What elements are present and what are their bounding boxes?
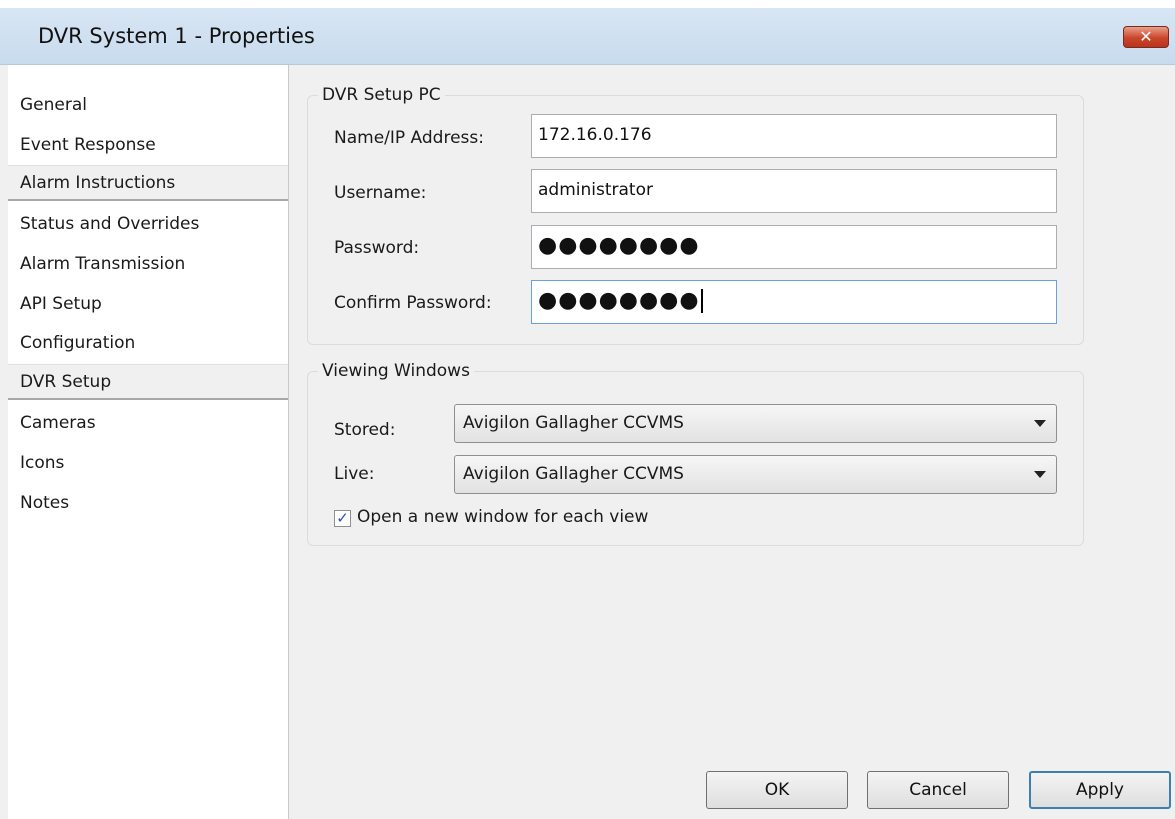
sidebar-item-configuration[interactable]: Configuration <box>8 325 288 361</box>
live-label: Live: <box>334 464 375 484</box>
title-bar[interactable]: DVR System 1 - Properties ✕ <box>0 8 1175 65</box>
sidebar-item-api-setup[interactable]: API Setup <box>8 286 288 322</box>
close-icon: ✕ <box>1139 27 1153 46</box>
sidebar-nav: General Event Response Alarm Instruction… <box>8 65 289 819</box>
dvr-setup-pc-legend: DVR Setup PC <box>318 82 445 108</box>
sidebar-item-icons[interactable]: Icons <box>8 445 288 481</box>
confirm-password-value: ●●●●●●●● <box>538 288 700 313</box>
window-title: DVR System 1 - Properties <box>38 24 315 48</box>
sidebar-item-alarm-instructions[interactable]: Alarm Instructions <box>8 165 288 201</box>
sidebar-item-alarm-transmission[interactable]: Alarm Transmission <box>8 246 288 282</box>
close-button[interactable]: ✕ <box>1123 26 1169 48</box>
apply-button[interactable]: Apply <box>1029 771 1171 809</box>
stored-select-value: Avigilon Gallagher CCVMS <box>463 413 684 433</box>
sidebar-item-event-response[interactable]: Event Response <box>8 127 288 163</box>
chevron-down-icon <box>1034 420 1046 427</box>
username-label: Username: <box>334 183 427 203</box>
confirm-password-field[interactable]: ●●●●●●●● <box>531 280 1057 324</box>
stored-select[interactable]: Avigilon Gallagher CCVMS <box>454 404 1057 443</box>
ok-button[interactable]: OK <box>706 771 848 809</box>
cancel-button[interactable]: Cancel <box>867 771 1009 809</box>
live-select[interactable]: Avigilon Gallagher CCVMS <box>454 455 1057 494</box>
checkmark-icon: ✓ <box>336 509 349 527</box>
name-ip-field[interactable]: 172.16.0.176 <box>531 114 1057 158</box>
password-label: Password: <box>334 238 420 258</box>
sidebar-item-dvr-setup[interactable]: DVR Setup <box>8 364 288 400</box>
sidebar-item-cameras[interactable]: Cameras <box>8 405 288 441</box>
properties-window: DVR System 1 - Properties ✕ General Even… <box>0 8 1175 819</box>
sidebar-item-notes[interactable]: Notes <box>8 485 288 521</box>
new-window-checkbox[interactable]: ✓ <box>334 510 351 527</box>
username-field[interactable]: administrator <box>531 169 1057 213</box>
confirm-password-label: Confirm Password: <box>334 293 492 313</box>
sidebar-item-general[interactable]: General <box>8 87 288 123</box>
password-field[interactable]: ●●●●●●●● <box>531 225 1057 269</box>
chevron-down-icon <box>1034 471 1046 478</box>
viewing-windows-legend: Viewing Windows <box>318 358 474 384</box>
live-select-value: Avigilon Gallagher CCVMS <box>463 464 684 484</box>
sidebar-item-status-and-overrides[interactable]: Status and Overrides <box>8 206 288 242</box>
name-ip-label: Name/IP Address: <box>334 128 484 148</box>
text-caret <box>700 289 703 313</box>
stored-label: Stored: <box>334 420 396 440</box>
new-window-label[interactable]: Open a new window for each view <box>357 507 648 527</box>
